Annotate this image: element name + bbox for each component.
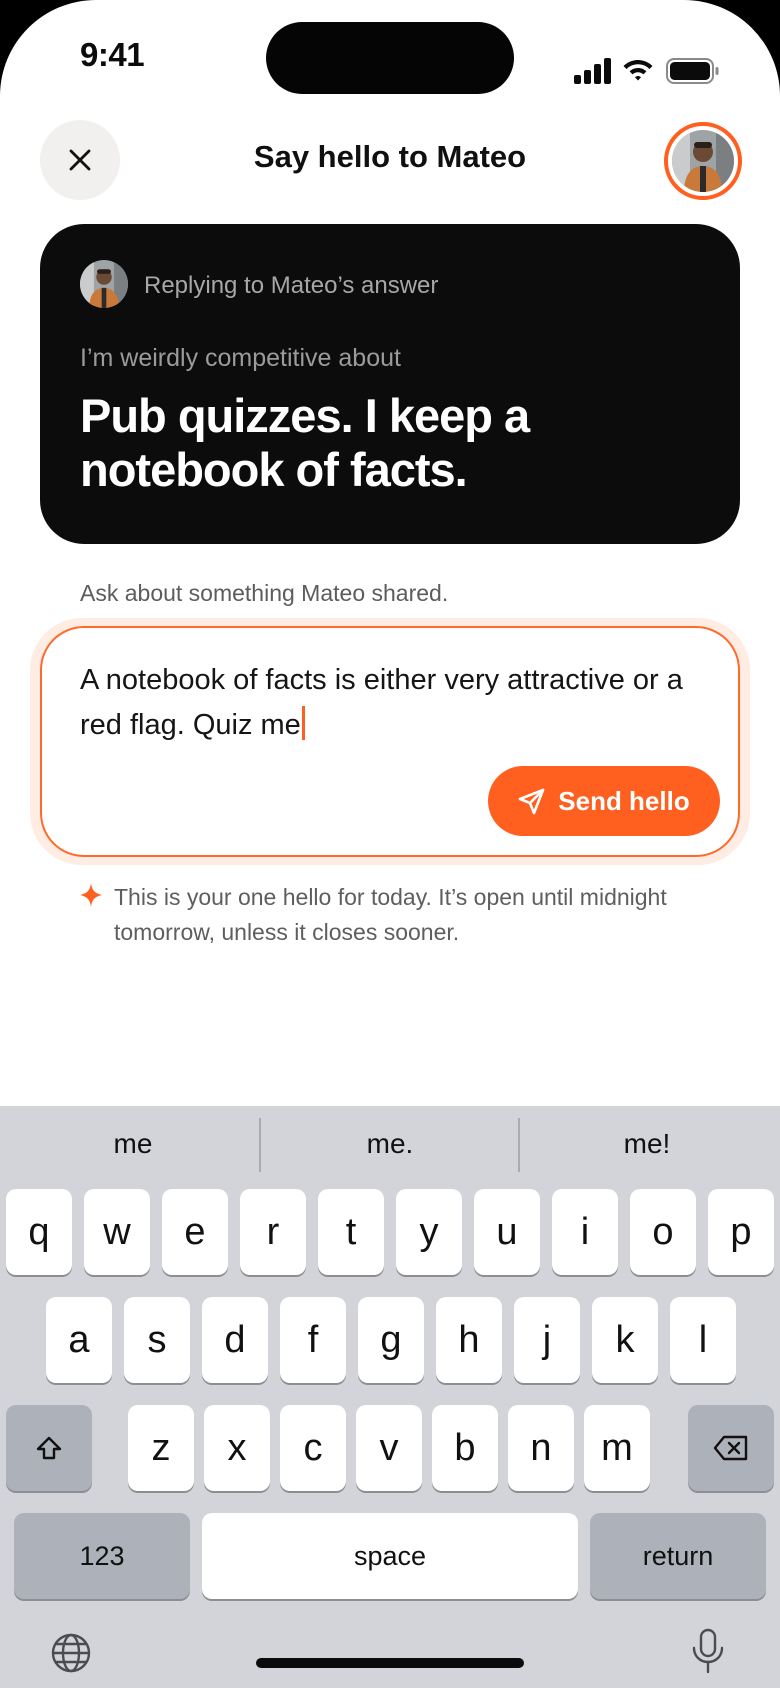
key-z[interactable]: z xyxy=(128,1405,194,1491)
reply-avatar xyxy=(80,260,128,308)
cellular-signal-icon xyxy=(574,58,612,84)
battery-icon xyxy=(666,58,719,84)
key-a[interactable]: a xyxy=(46,1297,112,1383)
key-g[interactable]: g xyxy=(358,1297,424,1383)
key-d[interactable]: d xyxy=(202,1297,268,1383)
key-l[interactable]: l xyxy=(670,1297,736,1383)
key-j[interactable]: j xyxy=(514,1297,580,1383)
key-h[interactable]: h xyxy=(436,1297,502,1383)
message-text-wrapper: A notebook of facts is either very attra… xyxy=(80,658,700,748)
prompt-text: I’m weirdly competitive about xyxy=(80,344,401,372)
delete-key[interactable] xyxy=(688,1405,774,1491)
message-input[interactable]: A notebook of facts is either very attra… xyxy=(40,626,740,857)
send-icon xyxy=(518,788,545,815)
numbers-key[interactable]: 123 xyxy=(14,1513,190,1599)
key-v[interactable]: v xyxy=(356,1405,422,1491)
key-t[interactable]: t xyxy=(318,1189,384,1275)
dynamic-island xyxy=(266,22,514,94)
key-b[interactable]: b xyxy=(432,1405,498,1491)
message-text: A notebook of facts is either very attra… xyxy=(80,664,683,741)
sparkle-icon xyxy=(80,883,102,907)
key-e[interactable]: e xyxy=(162,1189,228,1275)
key-w[interactable]: w xyxy=(84,1189,150,1275)
key-i[interactable]: i xyxy=(552,1189,618,1275)
avatar-photo xyxy=(672,130,734,192)
shift-icon xyxy=(36,1436,62,1460)
wifi-icon xyxy=(623,60,653,81)
mateo-avatar[interactable] xyxy=(664,122,742,200)
text-caret xyxy=(301,706,305,740)
key-n[interactable]: n xyxy=(508,1405,574,1491)
page-title: Say hello to Mateo xyxy=(253,139,527,174)
key-f[interactable]: f xyxy=(280,1297,346,1383)
space-key[interactable]: space xyxy=(202,1513,578,1599)
answer-card: Replying to Mateo’s answer I’m weirdly c… xyxy=(40,224,740,544)
phone-screen: 9:41 Say hello to Mateo Replying to Mate… xyxy=(0,0,780,1688)
home-indicator xyxy=(256,1658,524,1668)
return-key[interactable]: return xyxy=(590,1513,766,1599)
suggestion-1[interactable]: me xyxy=(3,1106,263,1182)
answer-text: Pub quizzes. I keep a notebook of facts. xyxy=(80,389,530,496)
shift-key[interactable] xyxy=(6,1405,92,1491)
helper-text: Ask about something Mateo shared. xyxy=(80,580,449,606)
keyboard: me me. me! q w e r t y u i o p a s d f g… xyxy=(0,1106,780,1688)
key-r[interactable]: r xyxy=(240,1189,306,1275)
globe-icon[interactable] xyxy=(50,1632,92,1674)
key-p[interactable]: p xyxy=(708,1189,774,1275)
key-q[interactable]: q xyxy=(6,1189,72,1275)
key-k[interactable]: k xyxy=(592,1297,658,1383)
key-y[interactable]: y xyxy=(396,1189,462,1275)
backspace-icon xyxy=(713,1435,748,1461)
key-m[interactable]: m xyxy=(584,1405,650,1491)
key-x[interactable]: x xyxy=(204,1405,270,1491)
status-time: 9:41 xyxy=(80,36,145,73)
suggestion-2[interactable]: me. xyxy=(260,1106,520,1182)
reply-label: Replying to Mateo’s answer xyxy=(144,272,439,299)
hello-note: This is your one hello for today. It’s o… xyxy=(114,884,667,945)
send-hello-label: Send hello xyxy=(558,785,690,816)
key-o[interactable]: o xyxy=(630,1189,696,1275)
microphone-icon[interactable] xyxy=(690,1628,726,1674)
key-s[interactable]: s xyxy=(124,1297,190,1383)
key-u[interactable]: u xyxy=(474,1189,540,1275)
send-hello-button[interactable]: Send hello xyxy=(488,766,720,836)
suggestion-3[interactable]: me! xyxy=(517,1106,777,1182)
key-c[interactable]: c xyxy=(280,1405,346,1491)
